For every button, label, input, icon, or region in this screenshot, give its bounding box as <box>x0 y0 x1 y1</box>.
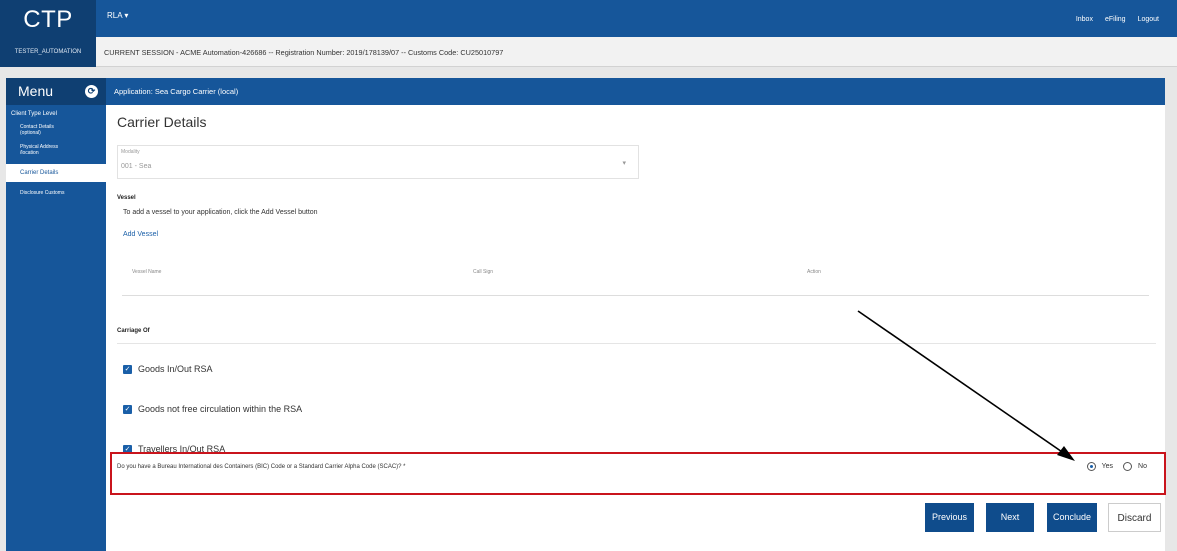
highlight-box <box>110 452 1166 495</box>
checkbox-label: Goods not free circulation within the RS… <box>138 404 303 414</box>
vessel-table-header: Vessel Name Call Sign Action <box>122 255 1149 296</box>
column-vessel-name: Vessel Name <box>132 269 162 275</box>
next-button[interactable]: Next <box>986 503 1034 532</box>
inbox-link[interactable]: Inbox <box>1076 16 1093 23</box>
modality-value: 001 - Sea <box>121 163 152 170</box>
vessel-section-title: Vessel <box>117 195 136 201</box>
application-header: Application: Sea Cargo Carrier (local) <box>106 78 1165 105</box>
carriage-section-title: Carriage Of <box>117 328 150 334</box>
session-bar: CURRENT SESSION - ACME Automation-426686… <box>96 37 1177 67</box>
divider <box>117 343 1156 344</box>
refresh-icon[interactable]: ⟳ <box>85 85 98 98</box>
modality-label: Modality <box>121 149 140 155</box>
top-bar <box>0 0 1177 37</box>
sidebar-item-contact-details[interactable]: Contact Details (optional) <box>6 124 68 136</box>
logout-link[interactable]: Logout <box>1138 16 1159 23</box>
previous-button[interactable]: Previous <box>925 503 974 532</box>
sidebar-item-carrier-details[interactable]: Carrier Details <box>6 164 106 182</box>
conclude-button[interactable]: Conclude <box>1047 503 1097 532</box>
sidebar: Menu ⟳ Client Type Level Contact Details… <box>6 78 106 551</box>
page-title: Carrier Details <box>117 114 207 130</box>
chevron-down-icon: ▾ <box>622 160 626 167</box>
checkbox-goods-in-out[interactable]: ✓ Goods In/Out RSA <box>123 364 213 374</box>
column-call-sign: Call Sign <box>473 269 494 275</box>
user-name: TESTER_AUTOMATION <box>0 37 96 67</box>
checkbox-checked-icon[interactable]: ✓ <box>123 404 132 414</box>
menu-title: Menu <box>18 83 54 99</box>
sidebar-item-physical-address[interactable]: Physical Address /location <box>6 144 68 156</box>
sidebar-item-disclosure-customs[interactable]: Disclosure Customs <box>6 190 106 196</box>
modality-select[interactable]: Modality 001 - Sea ▾ <box>117 145 639 179</box>
menu-header: Menu ⟳ <box>6 78 106 105</box>
efiling-link[interactable]: eFiling <box>1105 16 1126 23</box>
top-links: Inbox eFiling Logout <box>1076 16 1159 23</box>
checkbox-checked-icon[interactable]: ✓ <box>123 364 132 374</box>
checkbox-label: Goods In/Out RSA <box>138 364 213 374</box>
role-menu[interactable]: RLA ▾ <box>107 11 128 20</box>
checkbox-goods-not-free[interactable]: ✓ Goods not free circulation within the … <box>123 404 302 414</box>
app-logo: CTP <box>0 0 96 37</box>
column-action: Action <box>807 269 821 275</box>
sidebar-section-client-type: Client Type Level <box>11 111 57 117</box>
add-vessel-link[interactable]: Add Vessel <box>123 231 158 238</box>
vessel-help-text: To add a vessel to your application, cli… <box>123 209 318 216</box>
discard-button[interactable]: Discard <box>1108 503 1161 532</box>
